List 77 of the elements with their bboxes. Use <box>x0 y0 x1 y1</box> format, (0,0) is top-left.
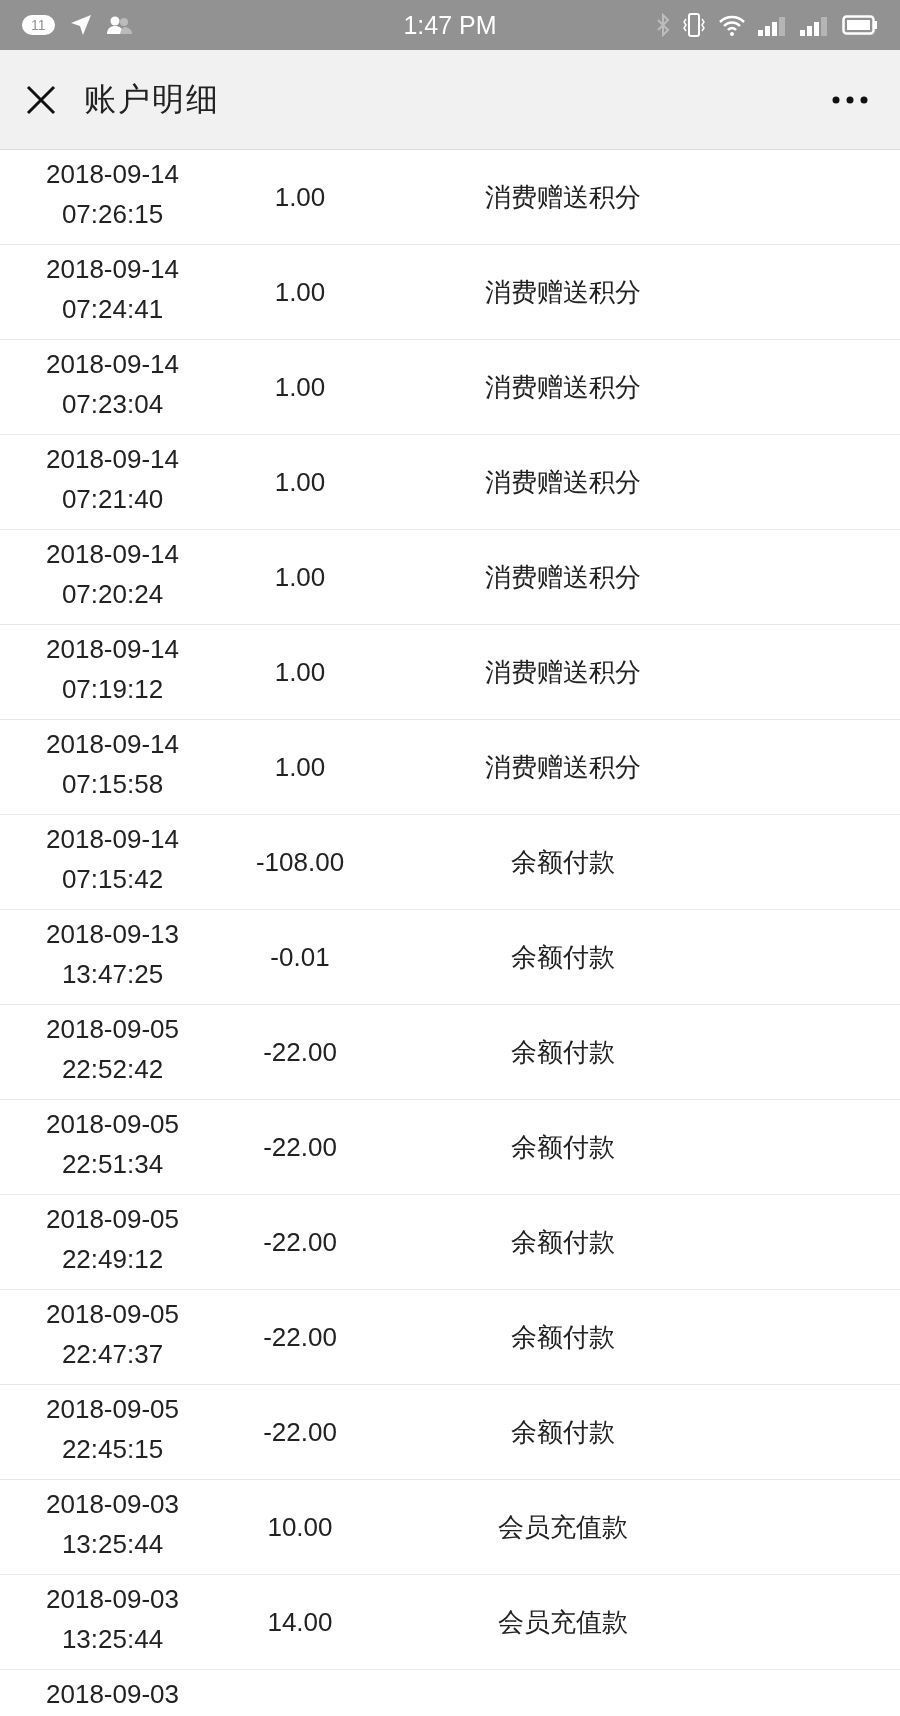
page-title: 账户明细 <box>84 79 220 119</box>
amount-text: -0.01 <box>270 941 330 973</box>
date-text: 2018-09-03 <box>46 1678 179 1711</box>
time-text: 07:26:15 <box>61 198 164 231</box>
date-text: 2018-09-03 <box>46 1583 179 1616</box>
description-text: 余额付款 <box>510 1320 615 1354</box>
description-text: 余额付款 <box>510 845 615 879</box>
description-text: 消费赠送积分 <box>484 465 641 499</box>
amount-text: -22.00 <box>263 1321 337 1353</box>
date-text: 2018-09-05 <box>46 1393 179 1426</box>
amount-text: 1.00 <box>274 181 326 213</box>
description-text: 会员充值款 <box>497 1605 628 1639</box>
amount-text: 14.00 <box>267 1606 333 1638</box>
status-time: 1:47 PM <box>403 10 497 39</box>
description-text: 消费赠送积分 <box>484 655 641 689</box>
time-text: 22:45:15 <box>61 1433 164 1466</box>
time-text: 07:20:24 <box>61 578 164 611</box>
time-text: 13:47:25 <box>61 958 164 991</box>
description-text: 消费赠送积分 <box>484 370 641 404</box>
amount-text: 1.00 <box>274 371 326 403</box>
description-text: 消费赠送积分 <box>484 180 641 214</box>
description-text: 余额付款 <box>510 940 615 974</box>
time-text: 07:15:42 <box>61 863 164 896</box>
battery-icon <box>842 14 878 36</box>
signal-icon <box>800 14 830 36</box>
description-text: 余额付款 <box>510 1130 615 1164</box>
time-text: 22:52:42 <box>61 1053 164 1086</box>
time-text: 13:25:44 <box>61 1528 164 1561</box>
date-text: 2018-09-05 <box>46 1298 179 1331</box>
amount-text: -22.00 <box>263 1416 337 1448</box>
amount-text: 1.00 <box>274 466 326 498</box>
description-text: 余额付款 <box>510 1415 615 1449</box>
date-text: 2018-09-05 <box>46 1203 179 1236</box>
date-text: 2018-09-03 <box>46 1488 179 1521</box>
time-text: 07:24:41 <box>61 293 164 326</box>
date-text: 2018-09-14 <box>46 443 179 476</box>
description-text: 消费赠送积分 <box>484 750 641 784</box>
wifi-icon <box>718 14 746 36</box>
date-text: 2018-09-14 <box>46 633 179 666</box>
date-text: 2018-09-13 <box>46 918 179 951</box>
date-text: 2018-09-14 <box>46 538 179 571</box>
date-text: 2018-09-14 <box>46 348 179 381</box>
amount-text: -22.00 <box>263 1226 337 1258</box>
notification-badge: 11 <box>22 15 55 35</box>
time-text: 07:21:40 <box>61 483 164 516</box>
amount-text: 1.00 <box>274 751 326 783</box>
signal-icon <box>758 14 788 36</box>
more-icon <box>832 95 868 104</box>
close-icon[interactable] <box>26 84 56 115</box>
time-text: 22:49:12 <box>61 1243 164 1276</box>
amount-text: -22.00 <box>263 1131 337 1163</box>
date-text: 2018-09-14 <box>46 823 179 856</box>
amount-text: 1.00 <box>274 561 326 593</box>
time-text: 07:23:04 <box>61 388 164 421</box>
date-text: 2018-09-05 <box>46 1108 179 1141</box>
bluetooth-icon <box>656 13 670 37</box>
date-text: 2018-09-05 <box>46 1013 179 1046</box>
contacts-icon <box>106 15 133 35</box>
description-text: 会员充值款 <box>497 1510 628 1544</box>
time-text: 07:19:12 <box>61 673 164 706</box>
amount-text: -22.00 <box>263 1036 337 1068</box>
vibrate-icon <box>682 12 706 38</box>
amount-text: -108.00 <box>255 846 345 878</box>
description-text: 消费赠送积分 <box>484 275 641 309</box>
time-text: 13:25:44 <box>61 1623 164 1656</box>
date-text: 2018-09-14 <box>46 253 179 286</box>
date-text: 2018-09-14 <box>46 158 179 191</box>
amount-text: 10.00 <box>267 1511 333 1543</box>
time-text: 22:47:37 <box>61 1338 164 1371</box>
date-text: 2018-09-14 <box>46 728 179 761</box>
amount-text: 1.00 <box>274 276 326 308</box>
time-text: 22:51:34 <box>61 1148 164 1181</box>
description-text: 余额付款 <box>510 1225 615 1259</box>
description-text: 消费赠送积分 <box>484 560 641 594</box>
amount-text: 1.00 <box>274 656 326 688</box>
description-text: 余额付款 <box>510 1035 615 1069</box>
time-text: 07:15:58 <box>61 768 164 801</box>
